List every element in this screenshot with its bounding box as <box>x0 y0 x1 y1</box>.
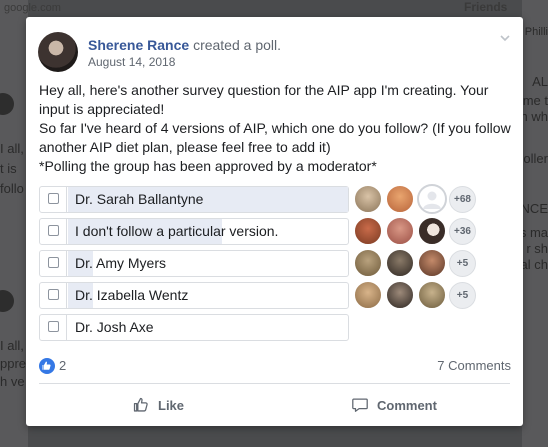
poll-option[interactable]: Dr. Josh Axe <box>39 314 349 341</box>
background-text-fragment: I all, <box>0 338 24 353</box>
background-text-fragment: oller <box>523 151 548 166</box>
voter-avatar[interactable] <box>417 216 447 246</box>
like-reaction-icon <box>39 358 55 374</box>
background-text-fragment: follo <box>0 181 24 196</box>
post-header: Sherene Rance created a poll. <box>88 36 281 54</box>
post-text-line: *Polling the group has been approved by … <box>39 158 377 174</box>
poll-checkbox[interactable] <box>48 289 59 300</box>
poll-checkbox[interactable] <box>48 257 59 268</box>
poll-option-checkbox-cell <box>40 187 67 212</box>
more-voters-badge[interactable]: +5 <box>449 282 476 309</box>
author-name-link[interactable]: Sherene Rance <box>88 37 189 53</box>
voter-avatar[interactable] <box>353 248 383 278</box>
background-text-fragment: h ve <box>0 374 25 389</box>
voter-avatar[interactable] <box>417 184 447 214</box>
thumbs-up-icon <box>133 397 148 412</box>
background-text-fragment: r sh <box>526 241 548 256</box>
background-text-fragment: s ma <box>519 225 548 240</box>
poll-option-label: I don't follow a particular version. <box>75 223 279 239</box>
background-text-fragment: al ch <box>520 257 548 272</box>
background-text-fragment: ppre <box>0 356 27 371</box>
voter-avatar[interactable] <box>417 248 447 278</box>
more-voters-badge[interactable]: +5 <box>449 250 476 277</box>
poll-option[interactable]: I don't follow a particular version. <box>39 218 349 245</box>
poll-post-card: Sherene Rance created a poll. August 14,… <box>26 17 523 426</box>
more-voters-badge[interactable]: +36 <box>449 218 476 245</box>
comment-button[interactable]: Comment <box>351 391 437 419</box>
post-text-line: Hey all, here's another survey question … <box>39 82 489 117</box>
poll-option-checkbox-cell <box>40 315 67 340</box>
author-avatar[interactable] <box>38 32 78 72</box>
chevron-down-icon[interactable] <box>498 31 512 45</box>
background-friend-name: Philli <box>524 26 548 38</box>
post-body: Hey all, here's another survey question … <box>39 81 514 176</box>
comments-count-link[interactable]: 7 Comments <box>437 358 511 373</box>
poll-checkbox[interactable] <box>48 193 59 204</box>
voter-avatar[interactable] <box>353 184 383 214</box>
poll-option[interactable]: Dr. Amy Myers <box>39 250 349 277</box>
poll-option[interactable]: Dr. Izabella Wentz <box>39 282 349 309</box>
post-text-line: So far I've heard of 4 versions of AIP, … <box>39 120 511 155</box>
voter-avatar[interactable] <box>385 216 415 246</box>
poll-option-checkbox-cell <box>40 219 67 244</box>
background-text-fragment: t is <box>0 161 17 176</box>
background-friends-heading: Friends <box>464 0 508 14</box>
poll-option-checkbox-cell <box>40 251 67 276</box>
background-text-fragment: h wh <box>520 109 548 124</box>
comment-button-label: Comment <box>377 397 437 413</box>
poll-option-checkbox-cell <box>40 283 67 308</box>
comment-icon <box>352 398 368 412</box>
like-button-label: Like <box>158 397 185 413</box>
voter-avatar[interactable] <box>417 280 447 310</box>
voter-avatar[interactable] <box>385 280 415 310</box>
poll-option[interactable]: Dr. Sarah Ballantyne <box>39 186 349 213</box>
poll-checkbox[interactable] <box>48 321 59 332</box>
voter-avatar[interactable] <box>385 184 415 214</box>
background-text-fragment: NCE <box>520 201 548 216</box>
poll-option-label: Dr. Izabella Wentz <box>75 287 189 303</box>
poll-option-label: Dr. Sarah Ballantyne <box>75 191 204 207</box>
poll-checkbox[interactable] <box>48 225 59 236</box>
background-text-fragment: AL <box>532 74 548 89</box>
background-url-fragment: google.com <box>4 2 61 14</box>
like-count[interactable]: 2 <box>59 358 66 373</box>
poll-option-label: Dr. Josh Axe <box>75 319 154 335</box>
voter-avatar[interactable] <box>353 216 383 246</box>
background-text-fragment: me t <box>522 93 548 108</box>
like-button[interactable]: Like <box>132 391 184 419</box>
voter-avatar[interactable] <box>385 248 415 278</box>
post-action-text: created a poll. <box>193 37 282 53</box>
more-voters-badge[interactable]: +68 <box>449 186 476 213</box>
post-date-link[interactable]: August 14, 2018 <box>88 55 175 69</box>
voter-avatar[interactable] <box>353 280 383 310</box>
poll-option-label: Dr. Amy Myers <box>75 255 167 271</box>
footer-divider <box>39 383 510 384</box>
background-text-fragment: I all, <box>0 141 24 156</box>
